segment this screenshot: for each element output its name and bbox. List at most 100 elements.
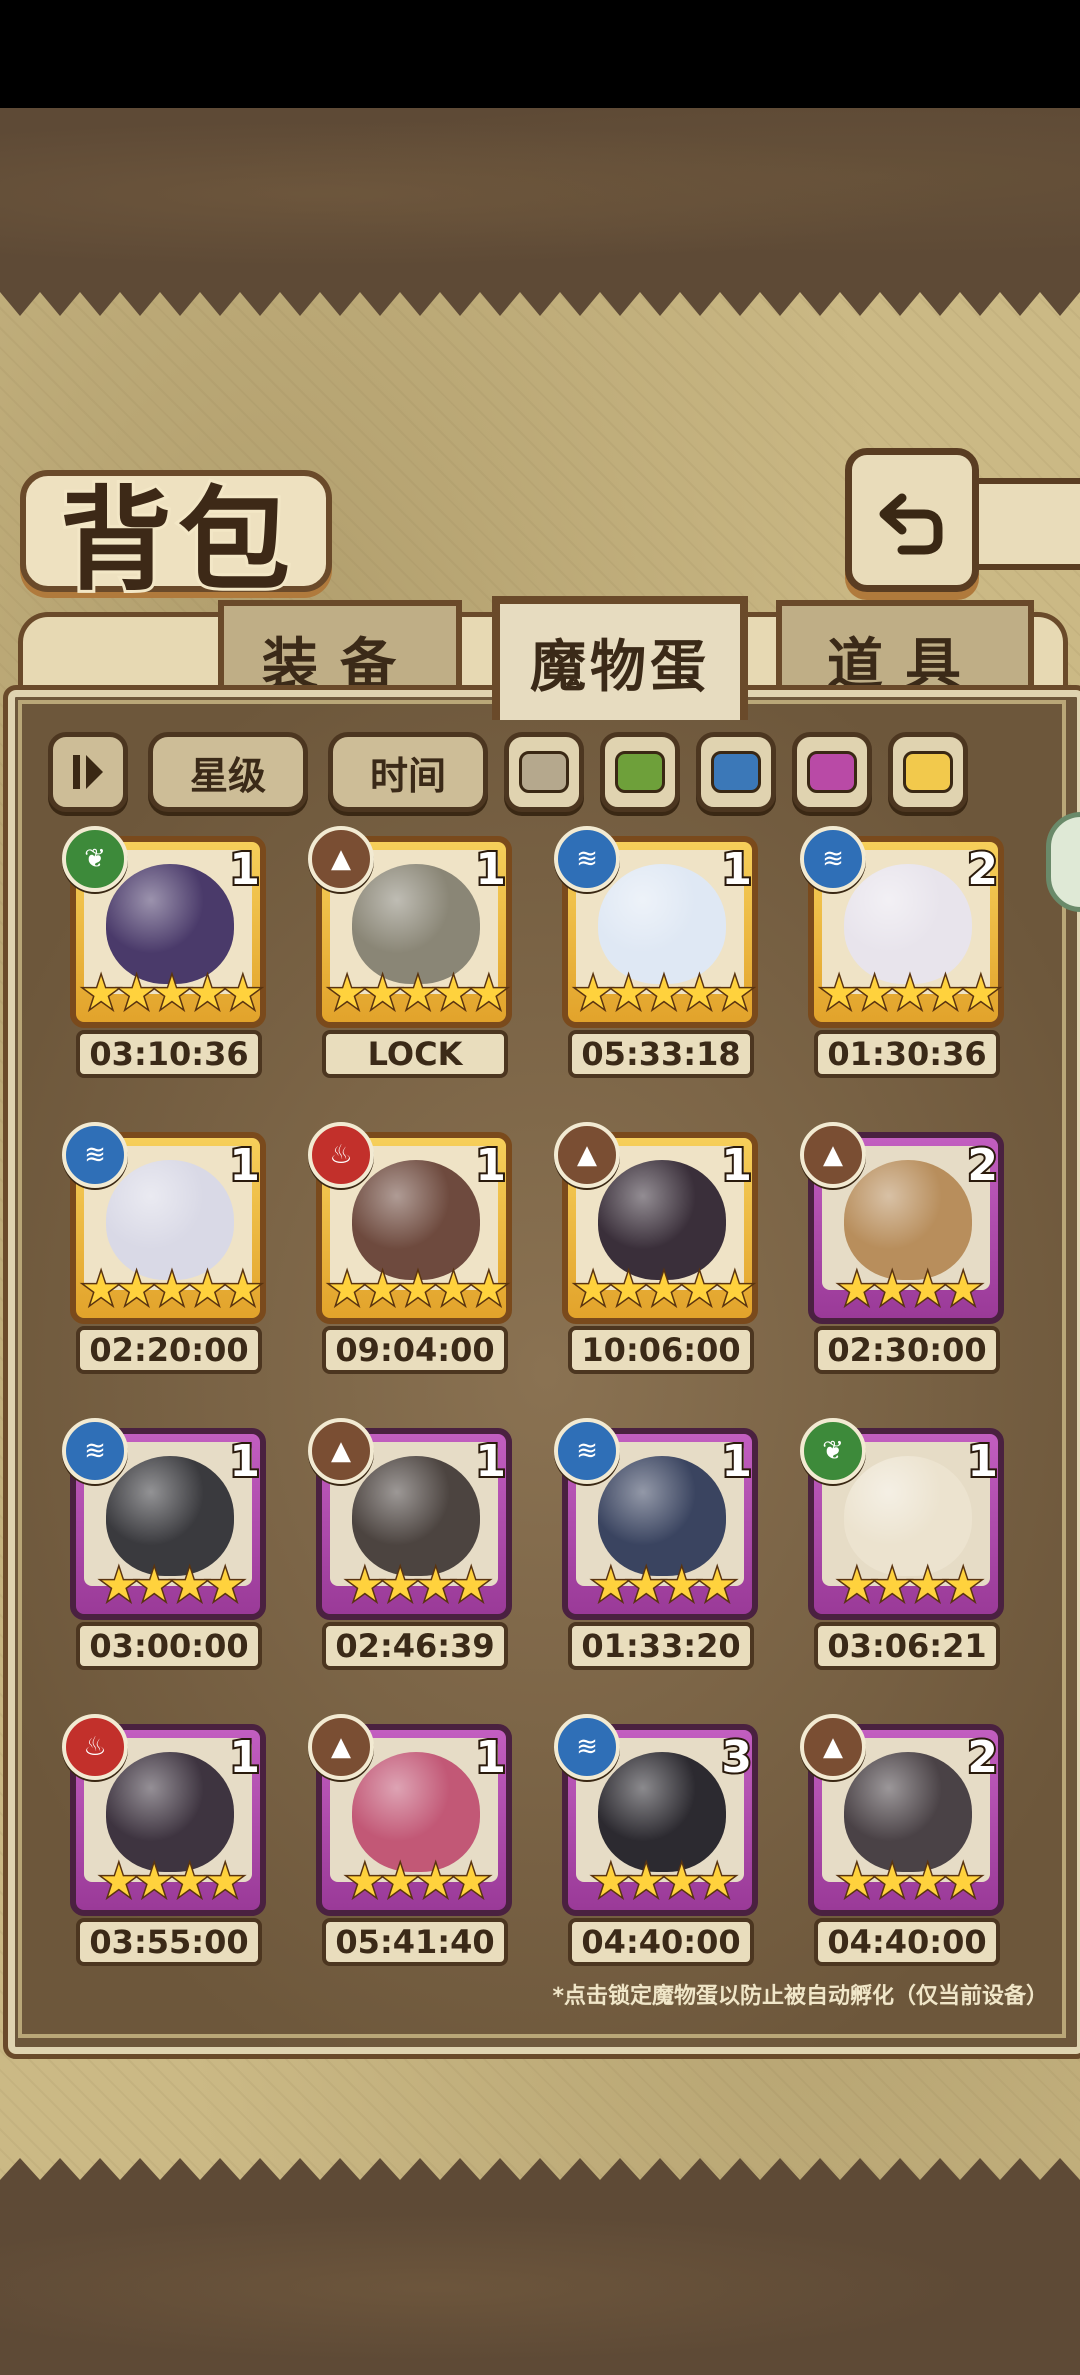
star-icon: ★ xyxy=(151,1264,193,1315)
status-bar xyxy=(0,0,1080,108)
star-icon: ★ xyxy=(818,968,860,1019)
star-icon: ★ xyxy=(115,968,157,1019)
egg-count: 1 xyxy=(227,842,262,897)
star-rating: ★ ★ ★ ★ ★ xyxy=(562,968,766,1019)
star-rating: ★ ★ ★ ★ xyxy=(562,1856,766,1907)
monster-egg-image xyxy=(106,864,234,984)
color-swatch-green xyxy=(615,751,665,793)
mountain-icon: ▲ xyxy=(308,826,374,892)
star-icon: ★ xyxy=(397,1264,439,1315)
monster-egg-image xyxy=(598,1752,726,1872)
hatch-timer: 09:04:00 xyxy=(322,1326,508,1374)
star-icon: ★ xyxy=(889,968,931,1019)
wave-icon: ≋ xyxy=(62,1122,128,1188)
color-swatch-gold xyxy=(903,751,953,793)
flame-icon: ♨ xyxy=(62,1714,128,1780)
filter-color-purple[interactable] xyxy=(792,732,872,812)
sort-by-time-button[interactable]: 时间 xyxy=(328,732,488,812)
monster-egg-image xyxy=(844,1160,972,1280)
lock-hint: *点击锁定魔物蛋以防止被自动孵化（仅当前设备） xyxy=(552,1984,1048,2009)
egg-count: 1 xyxy=(719,1138,754,1193)
star-icon: ★ xyxy=(98,1560,140,1611)
star-icon: ★ xyxy=(660,1560,702,1611)
sort-toggle-button[interactable] xyxy=(48,732,128,812)
filter-color-blue[interactable] xyxy=(696,732,776,812)
wave-icon: ≋ xyxy=(554,1418,620,1484)
star-rating: ★ ★ ★ ★ ★ xyxy=(316,1264,520,1315)
hatch-timer: 03:06:21 xyxy=(814,1622,1000,1670)
star-icon: ★ xyxy=(871,1856,913,1907)
star-icon: ★ xyxy=(361,1264,403,1315)
egg-count: 1 xyxy=(473,1138,508,1193)
tab-monster-eggs[interactable]: 魔物蛋 xyxy=(492,596,748,720)
map-background-bottom xyxy=(0,2200,1080,2375)
star-icon: ★ xyxy=(344,1856,386,1907)
star-rating: ★ ★ ★ ★ xyxy=(808,1856,1012,1907)
egg-count: 2 xyxy=(965,1138,1000,1193)
star-icon: ★ xyxy=(643,968,685,1019)
star-icon: ★ xyxy=(168,1560,210,1611)
egg-count: 1 xyxy=(227,1730,262,1785)
star-icon: ★ xyxy=(204,1856,246,1907)
star-icon: ★ xyxy=(625,1560,667,1611)
star-icon: ★ xyxy=(871,1264,913,1315)
filter-color-gold[interactable] xyxy=(888,732,968,812)
filter-color-gray[interactable] xyxy=(504,732,584,812)
star-icon: ★ xyxy=(326,968,368,1019)
star-icon: ★ xyxy=(468,968,510,1019)
color-swatch-purple xyxy=(807,751,857,793)
star-rating: ★ ★ ★ ★ xyxy=(562,1560,766,1611)
hatch-timer: 04:40:00 xyxy=(814,1918,1000,1966)
monster-egg-image xyxy=(844,864,972,984)
monster-egg-image xyxy=(352,1752,480,1872)
star-rating: ★ ★ ★ ★ ★ xyxy=(316,968,520,1019)
egg-count: 2 xyxy=(965,842,1000,897)
color-swatch-gray xyxy=(519,751,569,793)
hatch-timer: 03:55:00 xyxy=(76,1918,262,1966)
color-swatch-blue xyxy=(711,751,761,793)
hatch-timer: 05:33:18 xyxy=(568,1030,754,1078)
star-rating: ★ ★ ★ ★ xyxy=(70,1856,274,1907)
mountain-icon: ▲ xyxy=(308,1418,374,1484)
star-icon: ★ xyxy=(836,1560,878,1611)
monster-egg-image xyxy=(352,1160,480,1280)
star-icon: ★ xyxy=(133,1856,175,1907)
star-icon: ★ xyxy=(572,968,614,1019)
hatch-timer: 02:20:00 xyxy=(76,1326,262,1374)
star-icon: ★ xyxy=(432,968,474,1019)
egg-count: 3 xyxy=(719,1730,754,1785)
sort-by-star-button[interactable]: 星级 xyxy=(148,732,308,812)
star-icon: ★ xyxy=(450,1856,492,1907)
hatch-timer: 03:00:00 xyxy=(76,1622,262,1670)
wave-icon: ≋ xyxy=(800,826,866,892)
back-button[interactable] xyxy=(845,448,979,592)
monster-egg-image xyxy=(106,1752,234,1872)
star-icon: ★ xyxy=(871,1560,913,1611)
tab-equipment-label: 装备 xyxy=(262,632,418,698)
filter-color-green[interactable] xyxy=(600,732,680,812)
star-icon: ★ xyxy=(836,1264,878,1315)
star-icon: ★ xyxy=(414,1560,456,1611)
star-icon: ★ xyxy=(853,968,895,1019)
star-rating: ★ ★ ★ ★ xyxy=(808,1560,1012,1611)
star-icon: ★ xyxy=(590,1560,632,1611)
star-icon: ★ xyxy=(607,1264,649,1315)
star-icon: ★ xyxy=(924,968,966,1019)
egg-count: 1 xyxy=(719,842,754,897)
monster-egg-image xyxy=(598,1160,726,1280)
star-icon: ★ xyxy=(397,968,439,1019)
star-icon: ★ xyxy=(432,1264,474,1315)
star-icon: ★ xyxy=(379,1560,421,1611)
back-arrow-icon xyxy=(879,493,943,555)
map-background-top xyxy=(0,108,1080,280)
filter-bar: 星级 时间 xyxy=(48,732,1048,812)
star-icon: ★ xyxy=(696,1856,738,1907)
mountain-icon: ▲ xyxy=(308,1714,374,1780)
torn-edge-bottom xyxy=(0,2158,1080,2202)
egg-count: 1 xyxy=(719,1434,754,1489)
star-rating: ★ ★ ★ ★ ★ xyxy=(808,968,1012,1019)
star-icon: ★ xyxy=(344,1560,386,1611)
star-icon: ★ xyxy=(714,1264,756,1315)
star-icon: ★ xyxy=(414,1856,456,1907)
star-icon: ★ xyxy=(222,1264,264,1315)
